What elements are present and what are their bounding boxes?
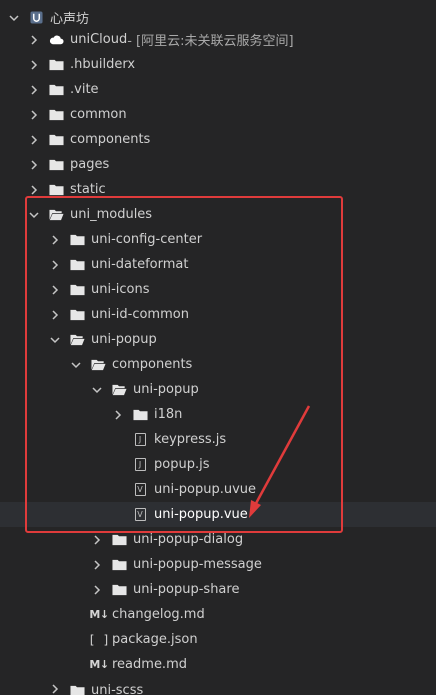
annotation-arrow: [249, 405, 311, 518]
file-explorer-tree: 心声坊 uniCloud - [阿里云:未关联云服务空间] .hbuilderx…: [0, 0, 436, 695]
